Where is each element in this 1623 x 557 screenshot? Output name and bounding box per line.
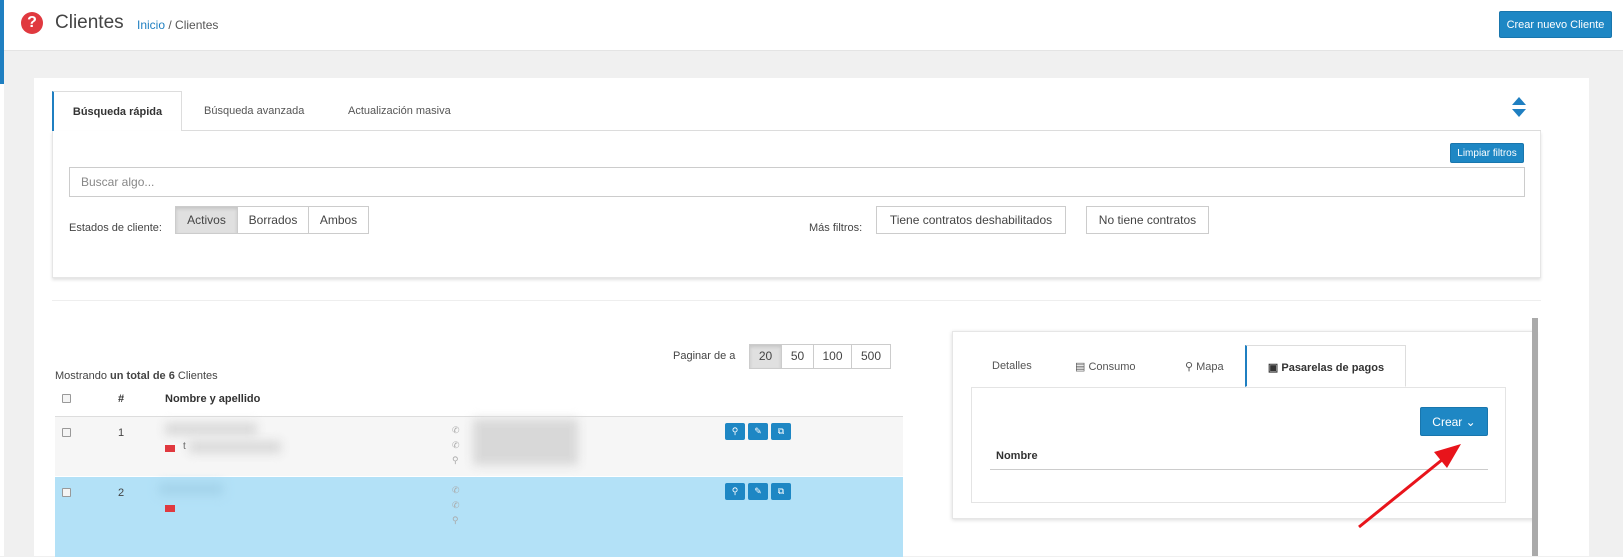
state-borrados-button[interactable]: Borrados: [237, 206, 309, 234]
results-suffix: Clientes: [177, 370, 218, 382]
section-divider: [52, 300, 1541, 301]
page-header: ? Clientes Inicio / Clientes Crear nuevo…: [4, 0, 1623, 51]
quick-search-panel: Limpiar filtros Estados de cliente: Acti…: [52, 131, 1541, 278]
edit-button[interactable]: ✎: [748, 423, 768, 440]
crear-dropdown-button[interactable]: Crear ⌄: [1420, 407, 1488, 436]
payment-gateways-panel: Crear ⌄ Nombre: [971, 387, 1506, 503]
search-input[interactable]: [69, 167, 1525, 197]
map-marker-icon: ⚲: [1185, 361, 1194, 373]
tab-mapa-label: Mapa: [1196, 361, 1224, 373]
results-count: Mostrando un total de 6 Clientes: [55, 370, 218, 382]
page-title: Clientes: [55, 12, 124, 33]
client-states-label: Estados de cliente:: [69, 222, 162, 234]
duplicate-button[interactable]: ⧉: [771, 423, 791, 440]
column-number: #: [118, 393, 125, 405]
tab-consumo[interactable]: ▤ Consumo: [1075, 345, 1136, 387]
edit-button[interactable]: ✎: [748, 483, 768, 500]
left-sidebar-strip: [0, 0, 4, 556]
chevron-down-icon: ⌄: [1465, 414, 1476, 429]
column-name: Nombre y apellido: [165, 393, 261, 405]
tab-consumo-label: Consumo: [1088, 361, 1136, 373]
crear-label: Crear: [1432, 414, 1463, 429]
email-icon: [165, 445, 175, 452]
mobile-icon: ✆: [452, 500, 460, 510]
table-header-line: [990, 469, 1488, 470]
more-filters-label: Más filtros:: [809, 222, 863, 234]
tab-busqueda-avanzada[interactable]: Búsqueda avanzada: [204, 91, 314, 132]
filter-disabled-contracts-button[interactable]: Tiene contratos deshabilitados: [876, 206, 1066, 234]
view-button[interactable]: ⚲: [725, 483, 745, 500]
create-client-button[interactable]: Crear nuevo Cliente: [1499, 11, 1612, 38]
help-icon[interactable]: ?: [21, 12, 43, 34]
breadcrumb-separator: /: [168, 18, 172, 32]
paginate-label: Paginar de a: [673, 350, 736, 362]
page-size-50[interactable]: 50: [781, 344, 814, 369]
tab-mapa[interactable]: ⚲ Mapa: [1185, 345, 1224, 387]
view-button[interactable]: ⚲: [725, 423, 745, 440]
phone-icon: ✆: [452, 425, 460, 435]
table-row[interactable]: 1 t ✆ ✆ ⚲ ⚲ ✎ ⧉: [55, 416, 903, 476]
duplicate-button[interactable]: ⧉: [771, 483, 791, 500]
clients-card: Búsqueda rápida Búsqueda avanzada Actual…: [34, 78, 1589, 557]
client-contact-blurred: [473, 419, 578, 465]
column-nombre: Nombre: [996, 450, 1038, 462]
row-checkbox[interactable]: [62, 488, 71, 497]
client-detail-card: Detalles ▤ Consumo ⚲ Mapa ▣ Pasarelas de…: [952, 331, 1536, 519]
page-size-500[interactable]: 500: [851, 344, 891, 369]
tab-busqueda-rapida[interactable]: Búsqueda rápida: [52, 91, 182, 132]
filter-no-contracts-button[interactable]: No tiene contratos: [1086, 206, 1209, 234]
phone-icon: ✆: [452, 485, 460, 495]
tab-actualizacion-masiva[interactable]: Actualización masiva: [348, 91, 468, 132]
collapse-sort-icon[interactable]: [1511, 96, 1527, 118]
results-total: un total de 6: [110, 370, 175, 382]
scrollbar[interactable]: [1532, 318, 1538, 556]
clear-filters-button[interactable]: Limpiar filtros: [1450, 143, 1524, 163]
row-checkbox[interactable]: [62, 428, 71, 437]
breadcrumb: Inicio / Clientes: [137, 18, 218, 32]
email-icon: [165, 505, 175, 512]
state-ambos-button[interactable]: Ambos: [308, 206, 369, 234]
tab-pasarelas-label: Pasarelas de pagos: [1281, 362, 1385, 374]
chart-icon: ▤: [1075, 361, 1086, 373]
client-email-blurred: [189, 441, 281, 453]
search-tabs: Búsqueda rápida Búsqueda avanzada Actual…: [52, 91, 1541, 132]
results-prefix: Mostrando: [55, 370, 107, 382]
page-size-100[interactable]: 100: [813, 344, 852, 369]
row-number: 1: [118, 427, 125, 439]
row-number: 2: [118, 487, 125, 499]
mobile-icon: ✆: [452, 440, 460, 450]
state-activos-button[interactable]: Activos: [175, 206, 238, 234]
tab-pasarelas-de-pagos[interactable]: ▣ Pasarelas de pagos: [1245, 345, 1406, 387]
breadcrumb-home-link[interactable]: Inicio: [137, 18, 165, 32]
table-row[interactable]: 2 ✆ ✆ ⚲ ⚲ ✎ ⧉: [55, 477, 903, 557]
location-icon: ⚲: [452, 515, 459, 525]
client-email-initial: t: [183, 441, 186, 452]
select-all-checkbox[interactable]: [62, 394, 71, 403]
page-size-20[interactable]: 20: [749, 344, 782, 369]
breadcrumb-current: Clientes: [175, 18, 219, 32]
money-icon: ▣: [1267, 362, 1279, 374]
location-icon: ⚲: [452, 455, 459, 465]
client-name-blurred: [159, 483, 223, 495]
client-name-blurred: [165, 423, 257, 435]
tab-detalles[interactable]: Detalles: [992, 345, 1032, 387]
